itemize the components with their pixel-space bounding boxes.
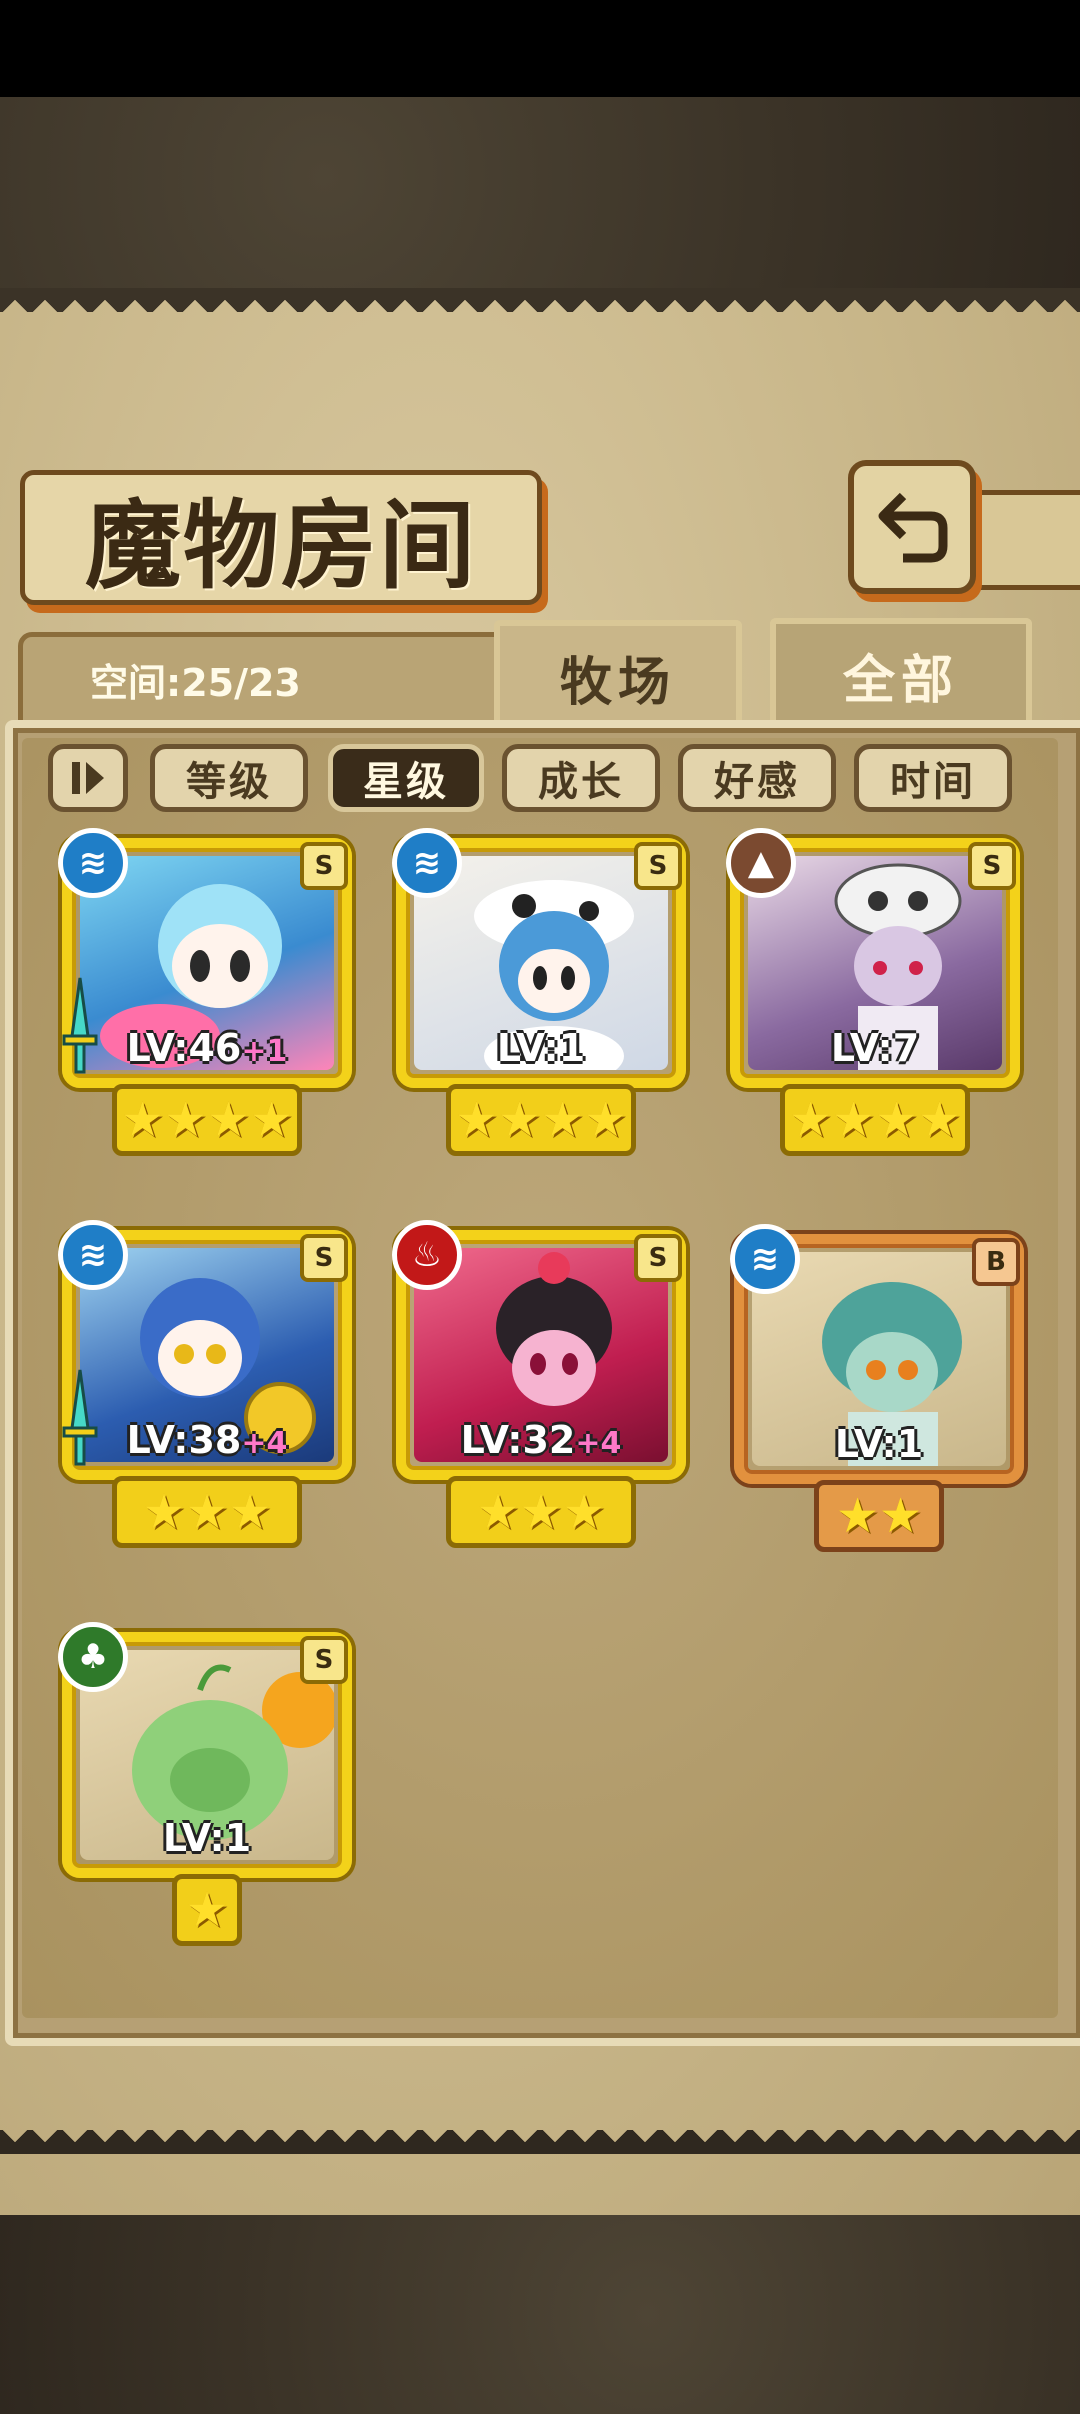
rank-badge: S <box>634 1234 682 1282</box>
status-bar <box>0 0 1080 97</box>
sort-bar: 等级 星级 成长 好感 时间 <box>48 744 1048 816</box>
back-arrow-icon <box>878 492 948 563</box>
water-element-icon: ≋ <box>392 828 462 898</box>
page-title: 魔物房间 <box>85 489 477 602</box>
star-rating: ★★ <box>814 1480 944 1552</box>
sort-star-button[interactable]: 星级 <box>328 744 484 812</box>
star-rating: ★★★★ <box>446 1084 636 1156</box>
space-counter: 空间:25/23 <box>90 661 301 705</box>
back-button[interactable] <box>848 460 976 594</box>
sort-level-button[interactable]: 等级 <box>150 744 308 812</box>
star-rating: ★★★★ <box>112 1084 302 1156</box>
monster-card[interactable]: ≋ S LV:46+1 ★★★★ <box>58 828 352 1156</box>
monster-card[interactable]: ≋ B LV:1 ★★ <box>730 1224 1024 1552</box>
earth-element-icon: ▲ <box>726 828 796 898</box>
monster-card[interactable]: ▲ S LV:7 ★★★★ <box>726 828 1020 1156</box>
back-strip <box>966 490 1080 590</box>
monster-level: LV:1 <box>496 1026 586 1070</box>
wood-element-icon: ♣ <box>58 1622 128 1692</box>
sort-order-toggle[interactable] <box>48 744 128 812</box>
water-element-icon: ≋ <box>58 828 128 898</box>
star-rating: ★★★★ <box>780 1084 970 1156</box>
monster-level: LV:46+1 <box>126 1026 288 1070</box>
title-plate: 魔物房间 <box>20 470 542 605</box>
sort-growth-button[interactable]: 成长 <box>502 744 660 812</box>
monster-level: LV:1 <box>834 1422 924 1466</box>
background-map-bottom <box>0 2215 1080 2414</box>
monster-card[interactable]: ≋ S LV:38+4 ★★★ <box>58 1220 352 1548</box>
background-map-top <box>0 97 1080 297</box>
tab-ranch[interactable]: 牧场 <box>494 620 742 728</box>
rank-badge: B <box>972 1238 1020 1286</box>
sort-time-button[interactable]: 时间 <box>854 744 1012 812</box>
monster-card[interactable]: ♣ S LV:1 ★ <box>58 1622 352 1946</box>
sort-affinity-button[interactable]: 好感 <box>678 744 836 812</box>
water-element-icon: ≋ <box>730 1224 800 1294</box>
rank-badge: S <box>300 1636 348 1684</box>
rank-badge: S <box>300 1234 348 1282</box>
rank-badge: S <box>968 842 1016 890</box>
monster-level: LV:7 <box>830 1026 920 1070</box>
water-element-icon: ≋ <box>58 1220 128 1290</box>
torn-edge-top <box>0 288 1080 312</box>
star-rating: ★★★ <box>446 1476 636 1548</box>
star-rating: ★ <box>172 1874 242 1946</box>
monster-card[interactable]: ≋ S LV:1 ★★★★ <box>392 828 686 1156</box>
rank-badge: S <box>634 842 682 890</box>
rank-badge: S <box>300 842 348 890</box>
sort-order-icon <box>72 762 104 794</box>
monster-level: LV:38+4 <box>126 1418 288 1462</box>
monster-level: LV:1 <box>162 1816 252 1860</box>
star-rating: ★★★ <box>112 1476 302 1548</box>
fire-element-icon: ♨ <box>392 1220 462 1290</box>
torn-edge-bottom <box>0 2130 1080 2154</box>
tab-all[interactable]: 全部 <box>770 618 1032 726</box>
monster-card[interactable]: ♨ S LV:32+4 ★★★ <box>392 1220 686 1548</box>
monster-level: LV:32+4 <box>460 1418 622 1462</box>
